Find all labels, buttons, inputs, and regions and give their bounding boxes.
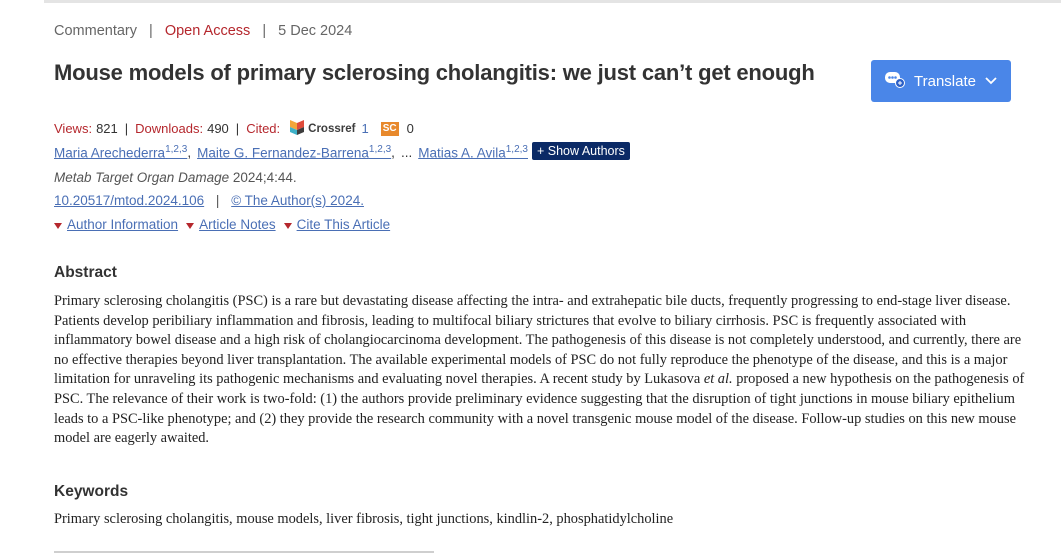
citation-line: Metab Target Organ Damage 2024;4:44. <box>54 170 297 185</box>
author-list: Maria Arechederra1,2,3 , Maite G. Fernan… <box>54 142 630 160</box>
crossref-logo-icon <box>288 118 306 139</box>
author-link[interactable]: Maria Arechederra1,2,3 <box>54 144 187 161</box>
author-link[interactable]: Maite G. Fernandez-Barrena1,2,3 <box>197 144 391 161</box>
crossref-count: 1 <box>361 121 369 136</box>
cited-label: Cited: <box>246 121 281 136</box>
crossref-citation-link[interactable]: Crossref 1 <box>288 118 369 139</box>
keywords-text: Primary sclerosing cholangitis, mouse mo… <box>54 511 674 527</box>
copyright-link[interactable]: © The Author(s) 2024. <box>231 193 364 208</box>
sc-badge[interactable]: SC <box>380 121 399 136</box>
article-stats: Views: 821 | Downloads: 490 | Cited: Cro… <box>54 118 414 139</box>
downloads-count: 490 <box>207 121 229 136</box>
abstract-heading: Abstract <box>54 264 117 281</box>
abstract-text: Primary sclerosing cholangitis (PSC) is … <box>54 293 1025 447</box>
keywords-heading: Keywords <box>54 483 129 500</box>
article-info-links: Author Information Article Notes Cite Th… <box>54 217 390 232</box>
caret-down-icon <box>283 222 292 229</box>
publication-date: 5 Dec 2024 <box>278 23 353 39</box>
doi-link[interactable]: 10.20517/mtod.2024.106 <box>54 193 204 208</box>
caret-down-icon <box>54 222 62 229</box>
journal-name: Metab Target Organ Damage <box>54 170 230 185</box>
caret-down-icon <box>186 222 195 229</box>
author-information-toggle[interactable]: Author Information <box>54 217 178 232</box>
separator: | <box>124 121 129 136</box>
article-notes-toggle[interactable]: Article Notes <box>186 217 276 232</box>
sc-count: 0 <box>406 121 414 136</box>
separator: | <box>215 193 220 208</box>
separator: , <box>187 145 192 160</box>
views-count: 821 <box>96 121 118 136</box>
downloads-label: Downloads: <box>135 121 204 136</box>
open-access-label: Open Access <box>164 23 251 39</box>
separator: | <box>149 23 153 39</box>
show-authors-button[interactable]: + Show Authors <box>532 142 630 160</box>
article-title: Mouse models of primary sclerosing chola… <box>54 60 815 85</box>
translate-label: Translate <box>914 72 976 90</box>
translate-button[interactable]: Translate <box>871 60 1011 102</box>
article-type: Commentary <box>54 23 137 39</box>
truncated-content <box>54 546 434 554</box>
cite-article-toggle[interactable]: Cite This Article <box>283 217 390 232</box>
author-link[interactable]: Matias A. Avila1,2,3 <box>418 144 528 161</box>
article-meta: Commentary | Open Access | 5 Dec 2024 <box>54 23 352 39</box>
doi-line: 10.20517/mtod.2024.106 | © The Author(s)… <box>54 193 364 208</box>
translate-icon <box>884 69 906 93</box>
chevron-down-icon <box>984 73 998 90</box>
separator: , <box>391 145 395 160</box>
authors-ellipsis: ... <box>400 145 413 160</box>
citation-details: 2024;4:44. <box>229 170 297 185</box>
views-label: Views: <box>54 121 93 136</box>
crossref-logo-text: Crossref <box>308 122 356 135</box>
top-divider <box>44 0 1061 3</box>
separator: | <box>235 121 240 136</box>
separator: | <box>262 23 267 39</box>
